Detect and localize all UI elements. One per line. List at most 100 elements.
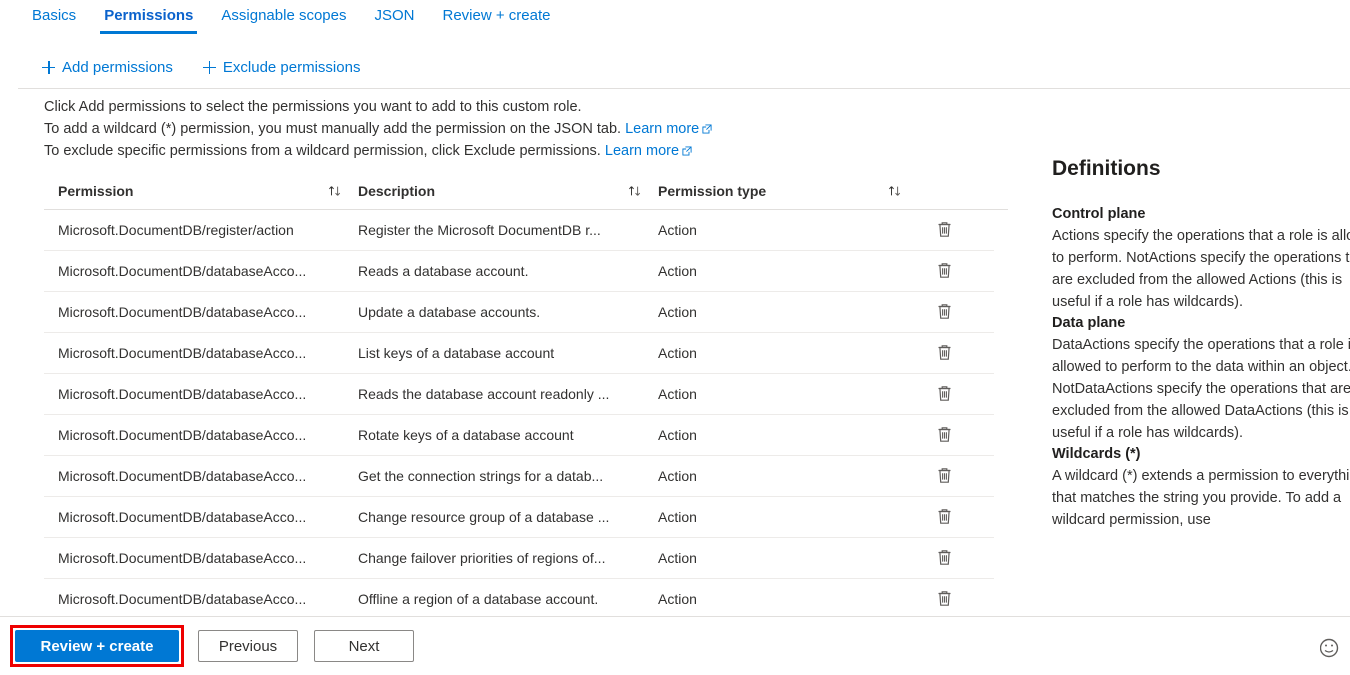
- table-row[interactable]: Microsoft.DocumentDB/databaseAcco...Rota…: [44, 415, 994, 456]
- cell-permission: Microsoft.DocumentDB/databaseAcco...: [44, 538, 358, 579]
- exclude-permissions-label: Exclude permissions: [223, 59, 361, 76]
- cell-permission-type: Action: [658, 374, 918, 415]
- definition-heading-wildcards: Wildcards (*): [1052, 444, 1350, 465]
- permission-text: Microsoft.DocumentDB/databaseAcco...: [58, 468, 358, 484]
- permission-text: Microsoft.DocumentDB/databaseAcco...: [58, 550, 358, 566]
- permission-type-text: Action: [658, 263, 918, 279]
- column-header-permission-type-label: Permission type: [658, 183, 766, 199]
- column-header-permission-label: Permission: [58, 183, 133, 199]
- permission-type-text: Action: [658, 591, 918, 607]
- learn-more-link-exclude[interactable]: Learn more: [605, 143, 679, 159]
- tab-json[interactable]: JSON: [360, 0, 428, 38]
- delete-icon[interactable]: [936, 220, 953, 238]
- tab-assignable-scopes[interactable]: Assignable scopes: [207, 0, 360, 38]
- previous-button[interactable]: Previous: [198, 630, 298, 662]
- definition-section-data-plane: Data plane DataActions specify the opera…: [1052, 313, 1350, 444]
- definition-heading-data-plane: Data plane: [1052, 313, 1350, 334]
- tab-basics[interactable]: Basics: [18, 0, 90, 38]
- permissions-table-header: Permission Description Permission type: [44, 179, 1008, 210]
- table-row[interactable]: Microsoft.DocumentDB/databaseAcco...Chan…: [44, 538, 994, 579]
- feedback-smiley-icon[interactable]: [1320, 636, 1346, 662]
- intro-line-1: Click Add permissions to select the perm…: [44, 96, 994, 118]
- cell-actions: [918, 497, 994, 538]
- cell-description: Update a database accounts.: [358, 292, 658, 333]
- permission-type-text: Action: [658, 345, 918, 361]
- permission-type-text: Action: [658, 509, 918, 525]
- next-button[interactable]: Next: [314, 630, 414, 662]
- table-row[interactable]: Microsoft.DocumentDB/databaseAcco...Get …: [44, 456, 994, 497]
- cell-description: Reads a database account.: [358, 251, 658, 292]
- delete-icon[interactable]: [936, 343, 953, 361]
- cell-description: Change resource group of a database ...: [358, 497, 658, 538]
- cell-actions: [918, 333, 994, 374]
- learn-more-link-wildcard[interactable]: Learn more: [625, 121, 699, 137]
- table-row[interactable]: Microsoft.DocumentDB/register/actionRegi…: [44, 210, 994, 251]
- external-link-icon: [682, 146, 692, 156]
- add-permissions-label: Add permissions: [62, 59, 173, 76]
- intro-line-2: To add a wildcard (*) permission, you mu…: [44, 118, 994, 140]
- definition-section-control-plane: Control plane Actions specify the operat…: [1052, 204, 1350, 313]
- cell-actions: [918, 292, 994, 333]
- permission-type-text: Action: [658, 386, 918, 402]
- delete-icon[interactable]: [936, 548, 953, 566]
- delete-icon[interactable]: [936, 466, 953, 484]
- plus-icon: [42, 61, 55, 74]
- delete-icon[interactable]: [936, 261, 953, 279]
- delete-icon[interactable]: [936, 589, 953, 607]
- cell-permission-type: Action: [658, 579, 918, 616]
- column-header-permission-type[interactable]: Permission type: [658, 179, 918, 210]
- column-header-permission[interactable]: Permission: [44, 179, 358, 210]
- add-permissions-button[interactable]: Add permissions: [42, 59, 173, 76]
- table-row[interactable]: Microsoft.DocumentDB/databaseAcco...Read…: [44, 374, 994, 415]
- permission-text: Microsoft.DocumentDB/databaseAcco...: [58, 386, 358, 402]
- cell-permission: Microsoft.DocumentDB/databaseAcco...: [44, 333, 358, 374]
- cell-permission: Microsoft.DocumentDB/databaseAcco...: [44, 497, 358, 538]
- permissions-pane: Click Add permissions to select the perm…: [44, 96, 994, 615]
- cell-permission: Microsoft.DocumentDB/databaseAcco...: [44, 415, 358, 456]
- table-row[interactable]: Microsoft.DocumentDB/databaseAcco...Offl…: [44, 579, 994, 616]
- command-bar-divider: [18, 88, 1350, 89]
- intro-line-3: To exclude specific permissions from a w…: [44, 140, 994, 162]
- cell-actions: [918, 251, 994, 292]
- wizard-footer: Review + create Previous Next: [0, 617, 1350, 675]
- cell-description: Offline a region of a database account.: [358, 579, 658, 616]
- table-row[interactable]: Microsoft.DocumentDB/databaseAcco...Read…: [44, 251, 994, 292]
- cell-description: List keys of a database account: [358, 333, 658, 374]
- description-text: Rotate keys of a database account: [358, 427, 658, 443]
- delete-icon[interactable]: [936, 507, 953, 525]
- definitions-panel: Definitions Control plane Actions specif…: [1052, 96, 1350, 612]
- definition-body-control-plane: Actions specify the operations that a ro…: [1052, 225, 1350, 313]
- cell-actions: [918, 456, 994, 497]
- permissions-table-scroll-region[interactable]: Microsoft.DocumentDB/register/actionRegi…: [44, 210, 994, 615]
- cell-actions: [918, 210, 994, 251]
- delete-icon[interactable]: [936, 425, 953, 443]
- cell-description: Get the connection strings for a datab..…: [358, 456, 658, 497]
- cell-permission-type: Action: [658, 538, 918, 579]
- column-header-description[interactable]: Description: [358, 179, 658, 210]
- wizard-tabstrip: Basics Permissions Assignable scopes JSO…: [0, 0, 1350, 40]
- delete-icon[interactable]: [936, 302, 953, 320]
- table-row[interactable]: Microsoft.DocumentDB/databaseAcco...List…: [44, 333, 994, 374]
- cell-permission: Microsoft.DocumentDB/databaseAcco...: [44, 292, 358, 333]
- definition-heading-control-plane: Control plane: [1052, 204, 1350, 225]
- custom-role-wizard: Basics Permissions Assignable scopes JSO…: [0, 0, 1350, 675]
- permission-text: Microsoft.DocumentDB/databaseAcco...: [58, 304, 358, 320]
- exclude-permissions-button[interactable]: Exclude permissions: [203, 59, 361, 76]
- description-text: List keys of a database account: [358, 345, 658, 361]
- description-text: Reads a database account.: [358, 263, 658, 279]
- definitions-title: Definitions: [1052, 156, 1350, 182]
- description-text: Update a database accounts.: [358, 304, 658, 320]
- review-create-button[interactable]: Review + create: [15, 630, 179, 662]
- description-text: Offline a region of a database account.: [358, 591, 658, 607]
- tab-permissions[interactable]: Permissions: [90, 0, 207, 38]
- table-row[interactable]: Microsoft.DocumentDB/databaseAcco...Chan…: [44, 497, 994, 538]
- column-header-actions: [918, 179, 1008, 210]
- tab-review-create[interactable]: Review + create: [429, 0, 565, 38]
- table-row[interactable]: Microsoft.DocumentDB/databaseAcco...Upda…: [44, 292, 994, 333]
- cell-description: Change failover priorities of regions of…: [358, 538, 658, 579]
- cell-permission-type: Action: [658, 251, 918, 292]
- permission-text: Microsoft.DocumentDB/databaseAcco...: [58, 345, 358, 361]
- review-create-highlight: Review + create: [10, 625, 184, 667]
- delete-icon[interactable]: [936, 384, 953, 402]
- description-text: Reads the database account readonly ...: [358, 386, 658, 402]
